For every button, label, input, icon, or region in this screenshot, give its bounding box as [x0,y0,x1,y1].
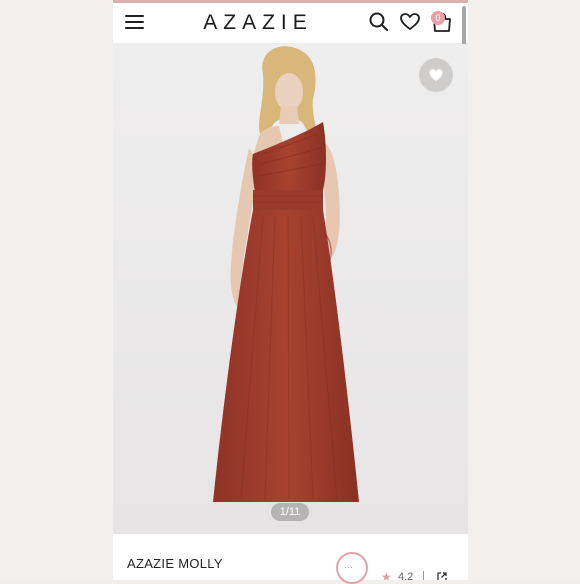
rating-value: 4.2 [398,571,414,580]
dress-photo-illustration [113,44,468,534]
wishlist-heart-icon[interactable] [399,11,421,33]
product-info: AZAZIE MOLLY ★ 4.2 [113,534,468,580]
chat-icon[interactable]: ··· [336,552,368,584]
image-counter: 1/11 [271,503,309,521]
scrollbar[interactable] [462,6,466,46]
search-icon[interactable] [368,11,390,33]
menu-icon[interactable] [125,14,145,30]
product-image[interactable] [113,44,468,534]
chat-dots: ··· [344,562,353,572]
divider [423,571,424,580]
header: AZAZIE 0 [113,3,468,44]
favorite-button[interactable] [419,58,453,92]
phone-screen: AZAZIE 0 1/11 AZAZIE MOLLY ★ 4.2 [113,0,468,580]
background-left [0,0,113,580]
star-icon: ★ [381,570,392,580]
cart-count-badge: 0 [431,11,445,25]
rating[interactable]: ★ 4.2 [381,571,461,580]
product-name: AZAZIE MOLLY [127,556,223,571]
background-right [468,0,580,580]
brand-logo[interactable]: AZAZIE [188,11,328,35]
share-icon[interactable] [436,571,448,580]
heart-icon [429,69,443,81]
